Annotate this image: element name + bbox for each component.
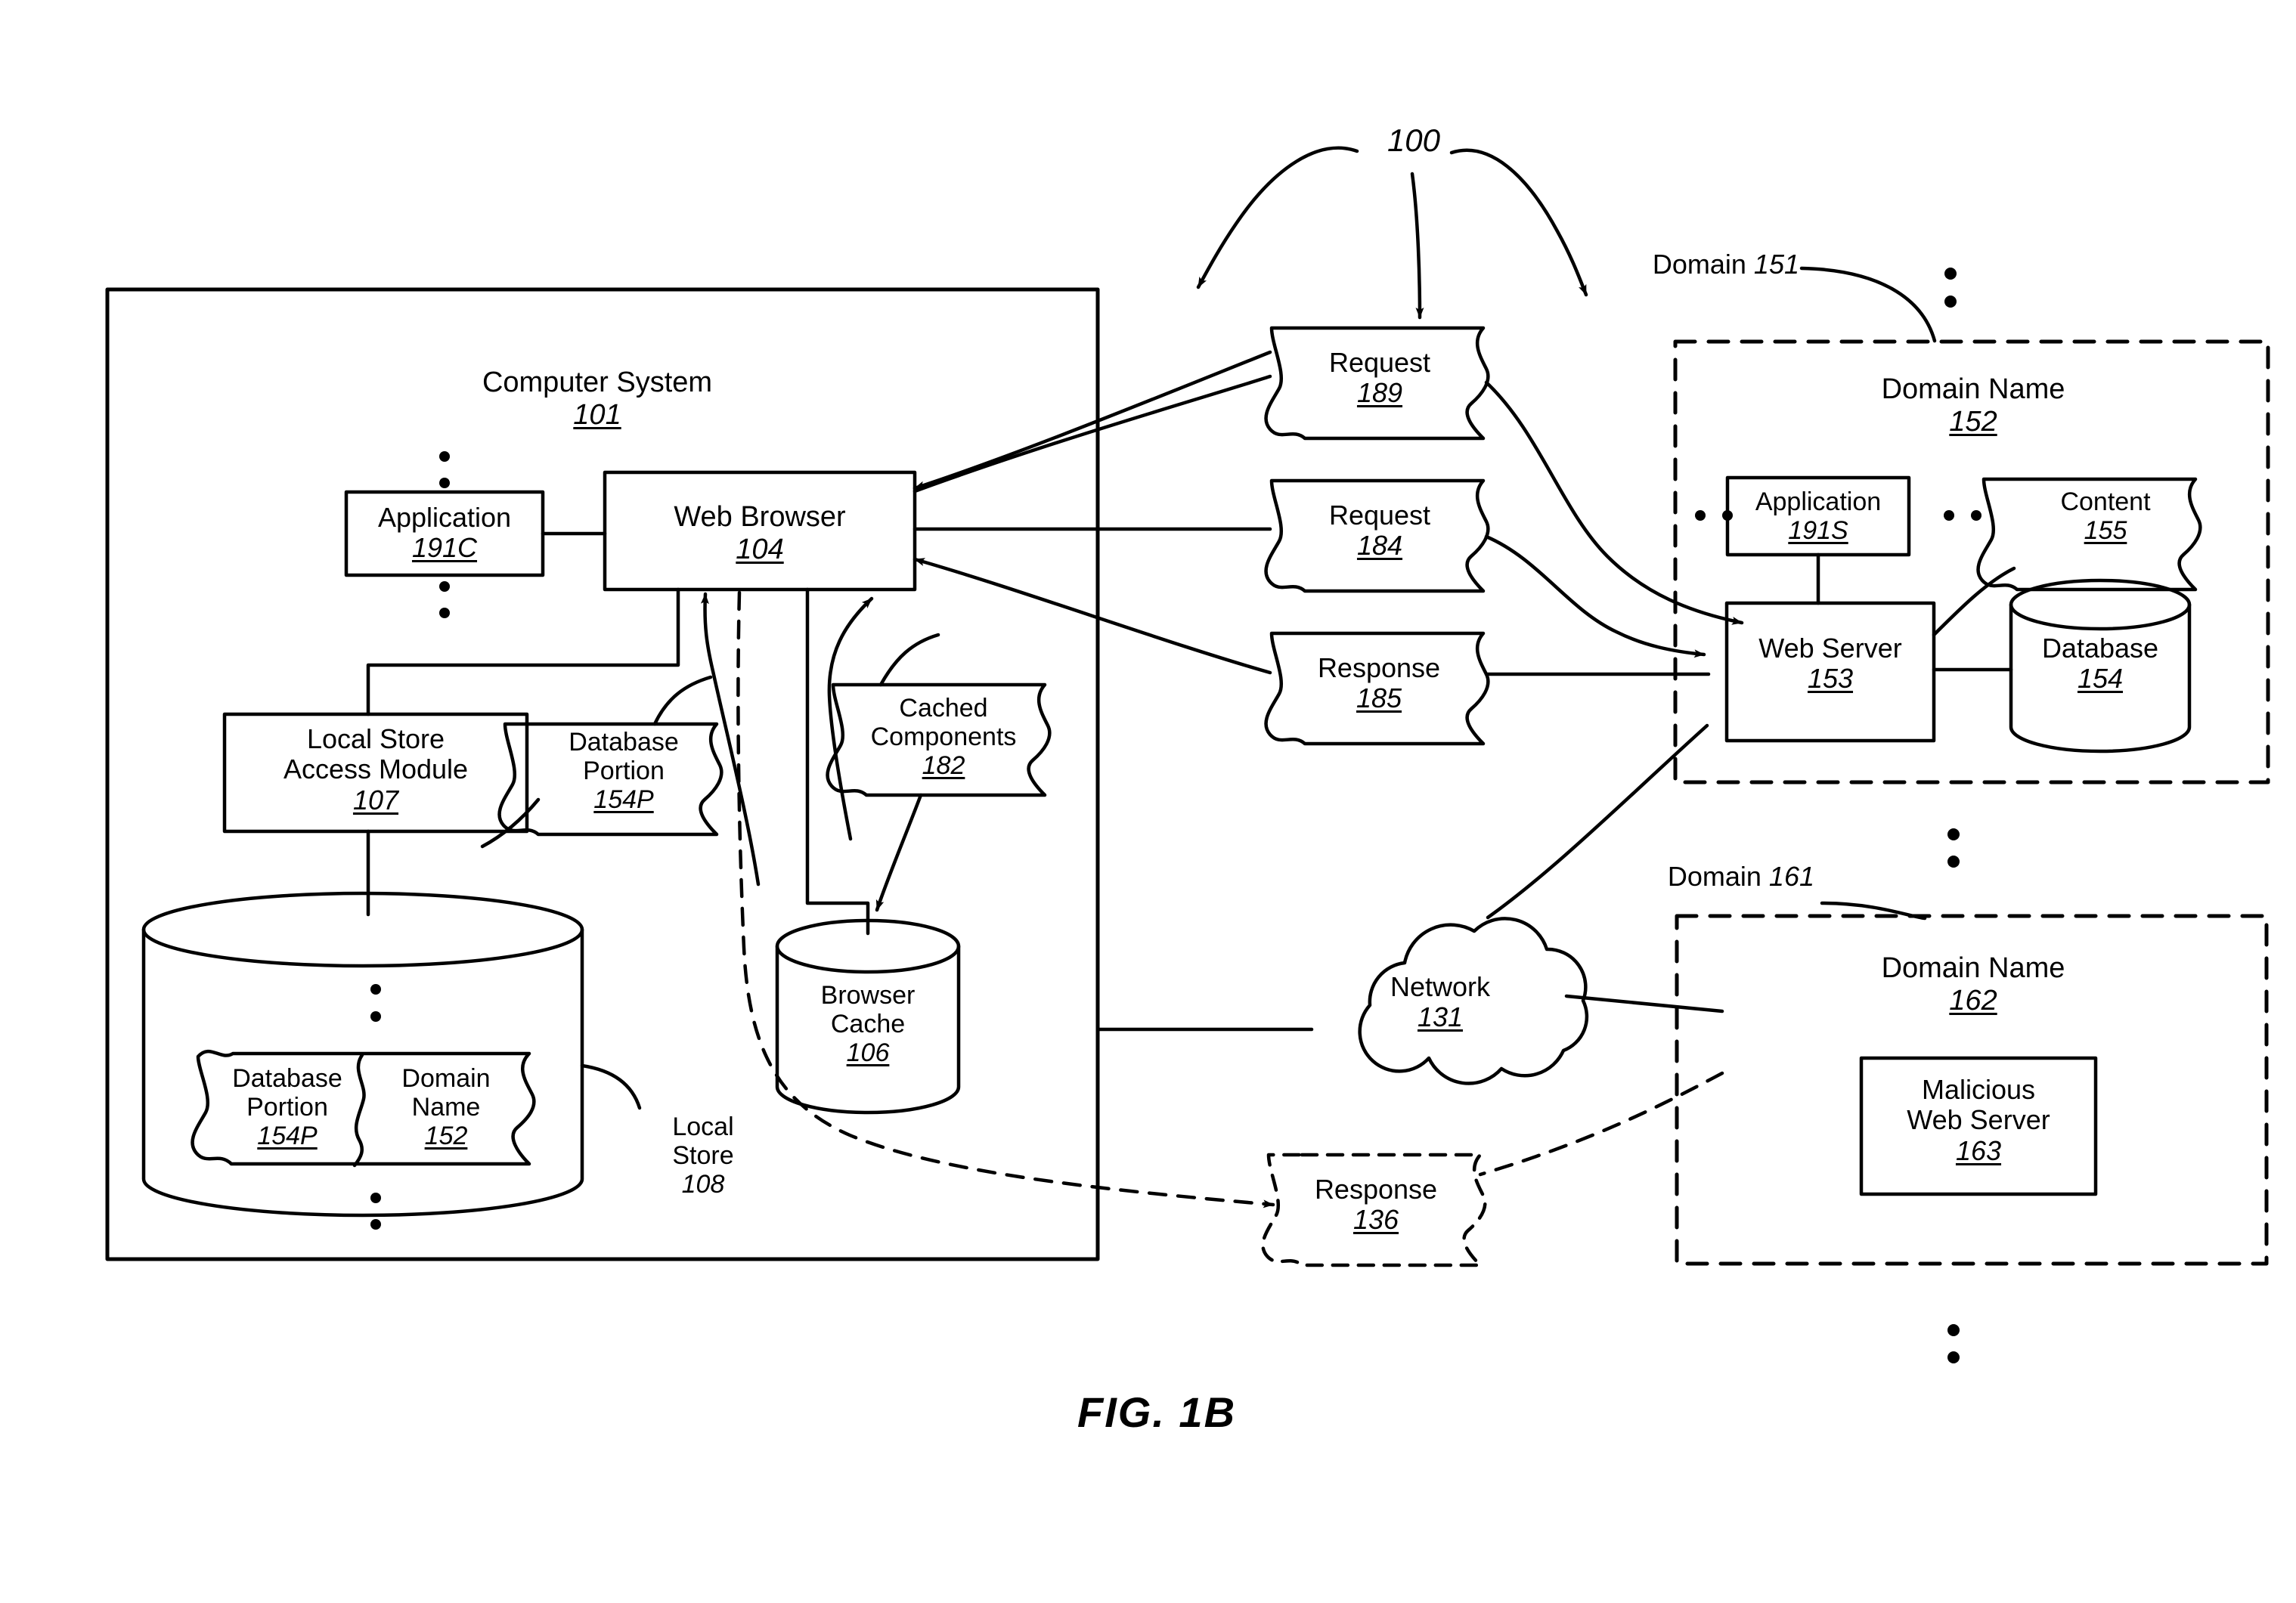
domain-151-name-ref: 152 xyxy=(1949,405,1997,438)
network-ref: 131 xyxy=(1417,1001,1464,1033)
domain-database-title: Database xyxy=(2041,633,2159,664)
lsam-title-2: Access Module xyxy=(283,754,469,785)
db-portion-doc-title-1: Database xyxy=(569,728,679,757)
web-browser-ref: 104 xyxy=(736,533,784,565)
domain-151-callout: Domain 151 xyxy=(1588,249,1799,280)
figure-caption-text: FIG. 1B xyxy=(1077,1388,1237,1436)
local-store-title-1: Local xyxy=(672,1113,734,1141)
response-136-title: Response xyxy=(1314,1174,1438,1205)
web-server-label[interactable]: Web Server 153 xyxy=(1727,633,1934,695)
stored-database-portion-label: Database Portion 154P xyxy=(215,1064,359,1150)
content-155-ref: 155 xyxy=(2084,516,2127,546)
response-185-ref: 185 xyxy=(1356,682,1402,714)
browser-cache-title-2: Cache xyxy=(830,1010,906,1039)
web-server-title: Web Server xyxy=(1758,633,1902,664)
request-189-title: Request xyxy=(1328,347,1431,378)
request-189-label[interactable]: Request 189 xyxy=(1285,347,1474,409)
lsam-ref: 107 xyxy=(352,784,399,815)
browser-cache-title-1: Browser xyxy=(820,981,916,1010)
domain-151-callout-text: Domain xyxy=(1652,249,1746,280)
request-184-title: Request xyxy=(1328,500,1431,531)
application-191c-label[interactable]: Application 191C xyxy=(346,502,543,564)
stored-domain-name-label: Domain Name 152 xyxy=(374,1064,518,1150)
web-browser-title: Web Browser xyxy=(674,501,846,533)
local-store-title-2: Store xyxy=(672,1141,734,1171)
malicious-web-server-title-2: Web Server xyxy=(1907,1104,2050,1136)
cached-components-title-1: Cached xyxy=(899,694,988,723)
cached-components-label[interactable]: Cached Components 182 xyxy=(838,694,1049,780)
response-185-title: Response xyxy=(1317,652,1441,683)
stored-domain-name-title-1: Domain xyxy=(401,1064,491,1093)
application-191c-ref: 191C xyxy=(411,532,478,564)
malicious-web-server-ref: 163 xyxy=(1955,1134,2002,1166)
response-136-ref: 136 xyxy=(1353,1204,1399,1236)
browser-cache-ref: 106 xyxy=(846,1038,890,1068)
db-portion-doc-title-2: Portion xyxy=(583,757,665,786)
local-store-ref: 108 xyxy=(681,1170,725,1199)
local-store-cylinder xyxy=(141,891,584,968)
ellipsis-dots xyxy=(370,268,1982,1363)
browser-cache-label[interactable]: Browser Cache 106 xyxy=(777,981,959,1067)
cached-components-ref: 182 xyxy=(922,751,965,781)
domain-161-callout-text: Domain xyxy=(1667,861,1762,892)
response-185-label[interactable]: Response 185 xyxy=(1279,652,1479,714)
application-191c-title: Application xyxy=(377,502,512,533)
domain-database-label[interactable]: Database 154 xyxy=(2009,633,2191,695)
network-label: Network 131 xyxy=(1346,971,1535,1033)
domain-151-name-title: Domain Name xyxy=(1881,373,2065,405)
domain-161-callout: Domain 161 xyxy=(1603,861,1814,892)
database-portion-doc-label[interactable]: Database Portion 154P xyxy=(529,728,718,814)
stored-db-portion-ref: 154P xyxy=(257,1122,318,1151)
stored-db-portion-title-2: Portion xyxy=(246,1093,328,1122)
local-store-callout: Local Store 108 xyxy=(639,1113,767,1199)
web-server-ref: 153 xyxy=(1807,663,1854,695)
response-136-label[interactable]: Response 136 xyxy=(1276,1174,1476,1236)
patent-figure-canvas: Computer System 101 Application 191C Web… xyxy=(0,0,2296,1603)
figure-caption: FIG. 1B xyxy=(1005,1388,1308,1437)
application-191s-ref: 191S xyxy=(1788,516,1848,546)
db-portion-doc-ref: 154P xyxy=(593,785,654,815)
stored-domain-name-ref: 152 xyxy=(424,1122,468,1151)
application-191s-title: Application xyxy=(1755,487,1882,516)
stored-db-portion-title-1: Database xyxy=(232,1064,342,1093)
malicious-web-server-label[interactable]: Malicious Web Server 163 xyxy=(1861,1074,2096,1166)
request-189-ref: 189 xyxy=(1356,377,1403,409)
network-title: Network xyxy=(1390,971,1491,1002)
domain-151-callout-ref: 151 xyxy=(1753,249,1799,280)
content-155-label[interactable]: Content 155 xyxy=(2011,487,2200,545)
domain-161-name-ref: 162 xyxy=(1949,984,1997,1017)
malicious-web-server-title-1: Malicious xyxy=(1921,1074,2036,1105)
domain-161-name-title: Domain Name xyxy=(1881,952,2065,984)
stored-domain-name-title-2: Name xyxy=(411,1093,481,1122)
domain-161-name-label: Domain Name 162 xyxy=(1799,952,2147,1017)
computer-system-ref: 101 xyxy=(573,398,621,431)
content-155-title: Content xyxy=(2060,487,2151,516)
request-184-ref: 184 xyxy=(1356,530,1403,562)
system-reference-100: 100 xyxy=(1361,122,1467,158)
domain-database-cylinder xyxy=(2009,578,2192,631)
application-191s-label[interactable]: Application 191S xyxy=(1727,487,1909,545)
cached-components-title-2: Components xyxy=(870,723,1017,752)
computer-system-title-text: Computer System xyxy=(482,367,713,398)
domain-151-name-label: Domain Name 152 xyxy=(1799,373,2147,438)
lsam-title-1: Local Store xyxy=(306,723,445,754)
domain-161-callout-ref: 161 xyxy=(1768,861,1814,892)
domain-database-ref: 154 xyxy=(2077,663,2124,695)
system-reference-100-text: 100 xyxy=(1387,122,1441,158)
web-browser-label[interactable]: Web Browser 104 xyxy=(605,501,915,565)
computer-system-title: Computer System 101 xyxy=(461,367,733,431)
local-store-access-module-label[interactable]: Local Store Access Module 107 xyxy=(225,723,527,815)
request-184-label[interactable]: Request 184 xyxy=(1285,500,1474,562)
